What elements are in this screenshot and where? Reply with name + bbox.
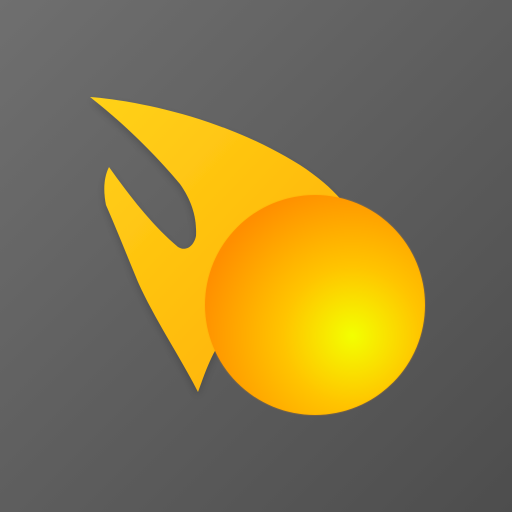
comet-core: [205, 195, 425, 415]
comet-icon: [0, 0, 512, 512]
app-icon-canvas: [0, 0, 512, 512]
